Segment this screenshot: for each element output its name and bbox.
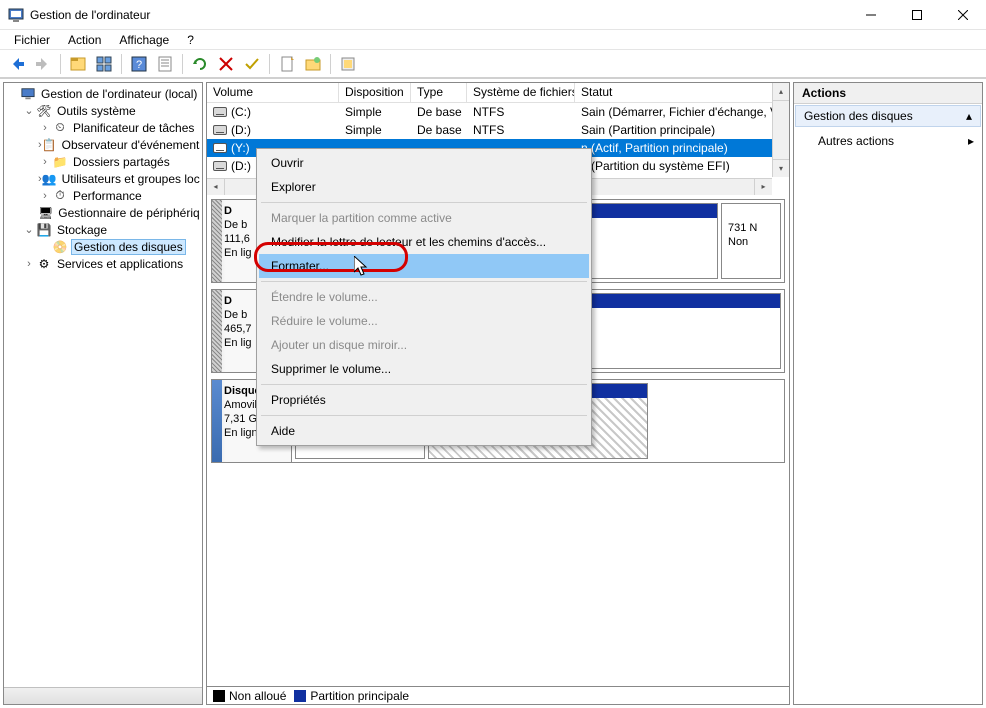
show-hide-button[interactable] [93,53,115,75]
tree-shared-folders[interactable]: ›📁Dossiers partagés [6,153,200,170]
cm-explore[interactable]: Explorer [259,175,589,199]
rescan-button[interactable] [189,53,211,75]
toolbar: ? [0,50,986,78]
drive-icon [213,161,227,171]
check-button[interactable] [241,53,263,75]
chevron-right-icon: ▸ [968,134,974,148]
col-status[interactable]: Statut [575,83,789,102]
folder-new-button[interactable] [302,53,324,75]
folder-icon: 📁 [52,154,68,170]
menu-file[interactable]: Fichier [6,31,58,49]
menu-help[interactable]: ? [179,31,202,49]
new-button[interactable] [276,53,298,75]
drive-icon [213,143,227,153]
menu-view[interactable]: Affichage [111,31,177,49]
drive-icon [213,125,227,135]
col-filesystem[interactable]: Système de fichiers [467,83,575,102]
tree-disk-management[interactable]: 📀Gestion des disques [6,238,200,255]
views-button[interactable] [67,53,89,75]
tree-root[interactable]: Gestion de l'ordinateur (local) [6,85,200,102]
delete-button[interactable] [215,53,237,75]
tree-storage[interactable]: ⌄💾Stockage [6,221,200,238]
back-button[interactable] [6,53,28,75]
forward-button[interactable] [32,53,54,75]
cm-properties[interactable]: Propriétés [259,388,589,412]
cm-format[interactable]: Formater... [259,254,589,278]
tree-device-manager[interactable]: 🖥Gestionnaire de périphériques [6,204,200,221]
cm-open[interactable]: Ouvrir [259,151,589,175]
actions-section[interactable]: Gestion des disques ▴ [795,105,981,127]
actions-more[interactable]: Autres actions ▸ [794,128,982,154]
drive-icon [213,107,227,117]
clock-icon: ⏲ [52,120,68,136]
col-disposition[interactable]: Disposition [339,83,411,102]
menu-action[interactable]: Action [60,31,109,49]
event-icon: 📋 [42,137,57,153]
tree-event-viewer[interactable]: ›📋Observateur d'événements [6,136,200,153]
legend-swatch-unallocated [213,690,225,702]
extra-button[interactable] [337,53,359,75]
context-menu: Ouvrir Explorer Marquer la partition com… [256,148,592,446]
tree-pane: Gestion de l'ordinateur (local) ⌄ 🛠 Outi… [3,82,203,705]
legend: Non alloué Partition principale [207,686,789,704]
tree-users-groups[interactable]: ›👥Utilisateurs et groupes locaux [6,170,200,187]
col-volume[interactable]: Volume [207,83,339,102]
close-button[interactable] [940,0,986,29]
device-icon: 🖥 [38,205,53,221]
titlebar: Gestion de l'ordinateur [0,0,986,30]
actions-pane: Actions Gestion des disques ▴ Autres act… [793,82,983,705]
cm-help[interactable]: Aide [259,419,589,443]
partition[interactable]: 731 N Non [721,203,781,279]
minimize-button[interactable] [848,0,894,29]
tree-tools[interactable]: ⌄ 🛠 Outils système [6,102,200,119]
properties-button[interactable] [154,53,176,75]
wrench-icon: 🛠 [36,103,52,119]
cm-mirror: Ajouter un disque miroir... [259,333,589,357]
computer-icon [20,86,36,102]
tree-services[interactable]: ›⚙Services et applications [6,255,200,272]
window-title: Gestion de l'ordinateur [30,8,848,22]
collapse-icon: ▴ [966,109,972,123]
table-row[interactable]: (C:) Simple De base NTFS Sain (Démarrer,… [207,103,789,121]
maximize-button[interactable] [894,0,940,29]
cm-reduce: Réduire le volume... [259,309,589,333]
cm-delete-volume[interactable]: Supprimer le volume... [259,357,589,381]
table-row[interactable]: (D:) Simple De base NTFS Sain (Partition… [207,121,789,139]
users-icon: 👥 [42,171,57,187]
disk-icon: 📀 [52,239,68,255]
menubar: Fichier Action Affichage ? [0,30,986,50]
svg-text:?: ? [136,59,142,71]
cm-extend: Étendre le volume... [259,285,589,309]
actions-header: Actions [794,83,982,104]
tree-task-scheduler[interactable]: ›⏲Planificateur de tâches [6,119,200,136]
cm-mark-active: Marquer la partition comme active [259,206,589,230]
legend-swatch-primary [294,690,306,702]
perf-icon: ⏱ [52,188,68,204]
scrollbar-vertical[interactable] [772,83,789,177]
storage-icon: 💾 [36,222,52,238]
col-type[interactable]: Type [411,83,467,102]
services-icon: ⚙ [36,256,52,272]
tree-performance[interactable]: ›⏱Performance [6,187,200,204]
cm-change-letter[interactable]: Modifier la lettre de lecteur et les che… [259,230,589,254]
app-icon [8,7,24,23]
help-icon-button[interactable]: ? [128,53,150,75]
